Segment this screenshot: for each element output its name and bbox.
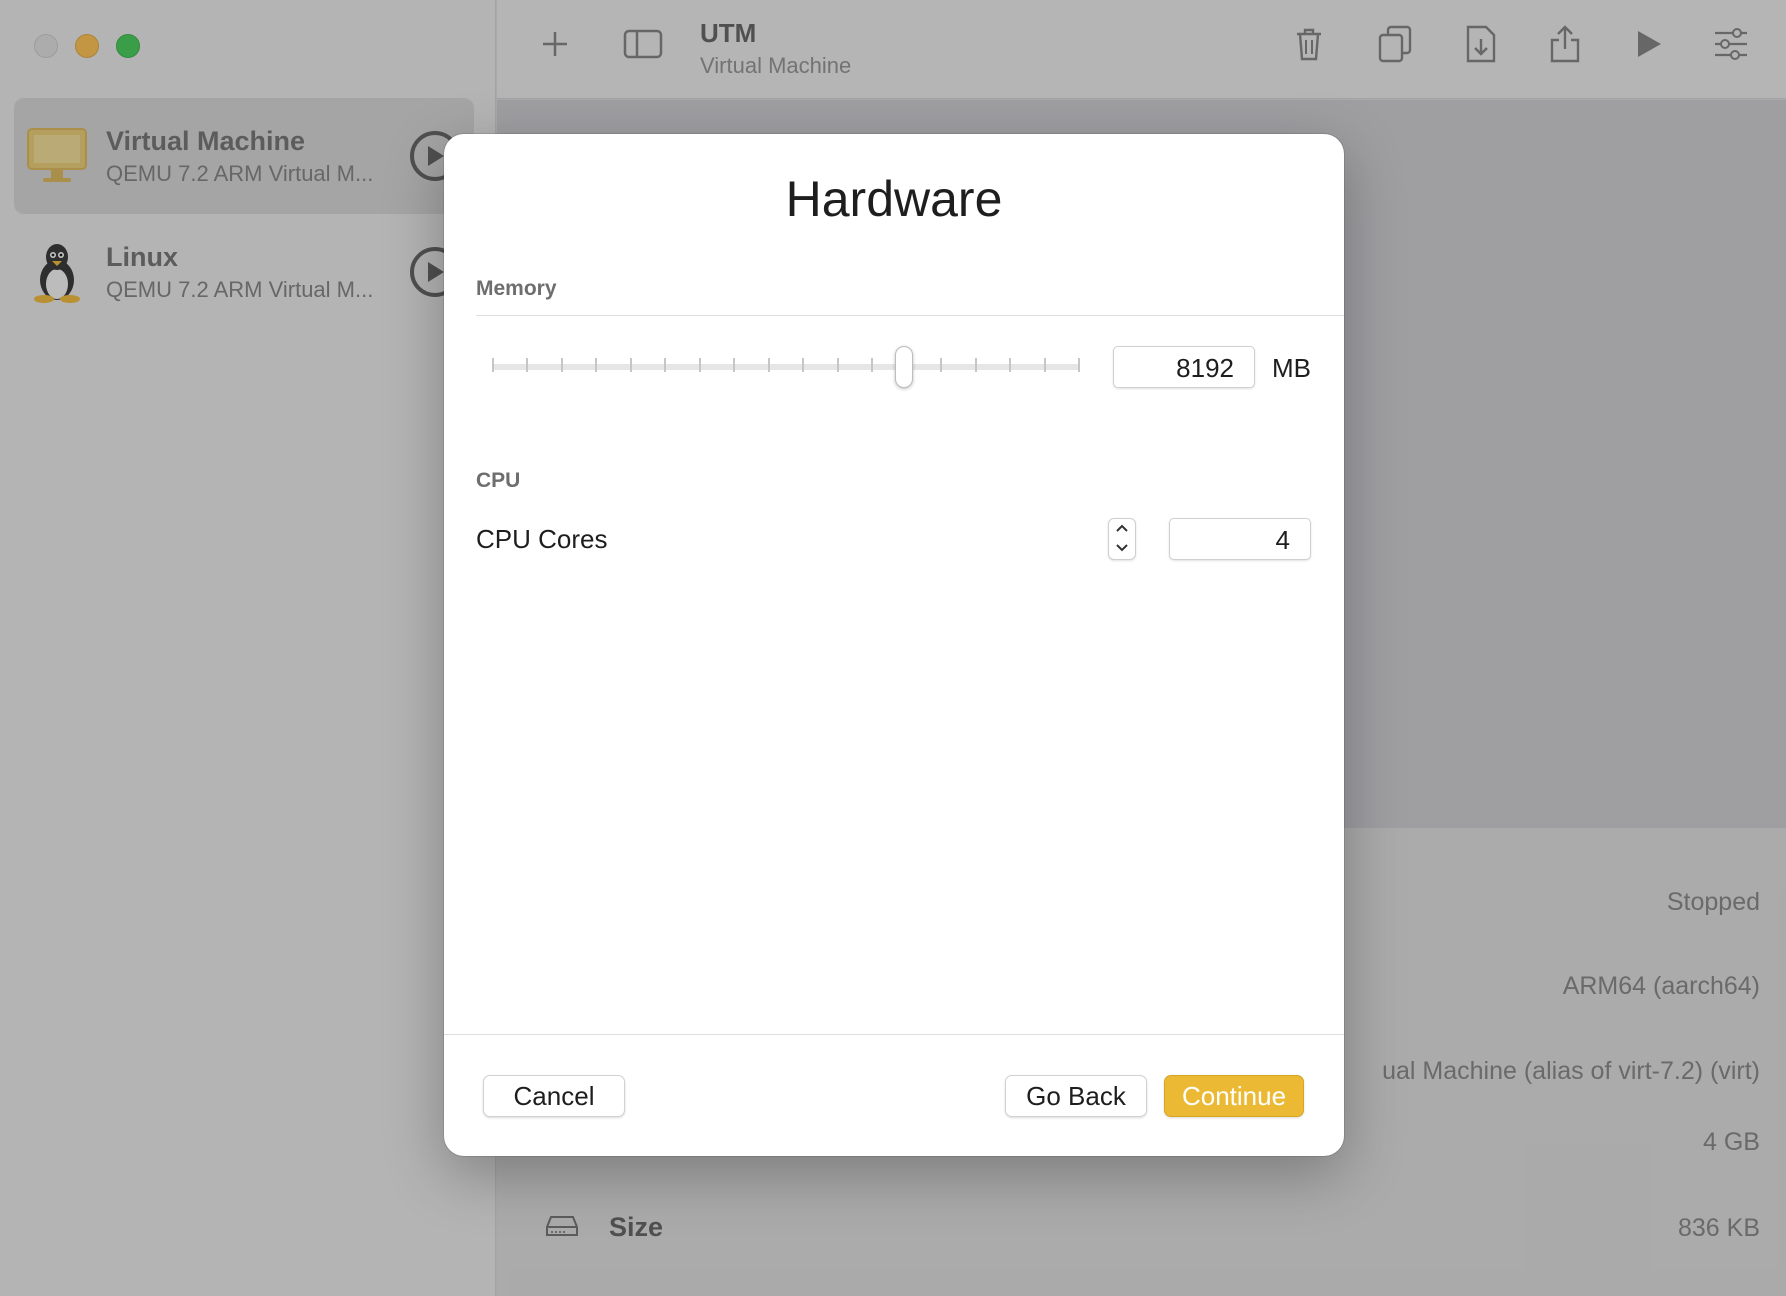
memory-slider-tick [1009, 358, 1011, 372]
memory-slider-tick [802, 358, 804, 372]
continue-button[interactable]: Continue [1164, 1075, 1304, 1117]
memory-slider-tick [975, 358, 977, 372]
memory-slider-tick [733, 358, 735, 372]
memory-divider [476, 315, 1344, 316]
chevron-up-icon[interactable] [1112, 521, 1132, 537]
memory-slider-tick [1044, 358, 1046, 372]
memory-slider-tick [630, 358, 632, 372]
memory-slider-tick [699, 358, 701, 372]
memory-unit: MB [1272, 353, 1311, 383]
chevron-down-icon[interactable] [1112, 541, 1132, 557]
memory-slider-tick [768, 358, 770, 372]
memory-slider-tick [561, 358, 563, 372]
memory-slider-tick [526, 358, 528, 372]
memory-slider-tick [837, 358, 839, 372]
memory-slider-tick [871, 358, 873, 372]
dialog-title: Hardware [785, 171, 1003, 227]
cpu-cores-stepper[interactable] [1108, 518, 1136, 560]
cancel-button[interactable]: Cancel [483, 1075, 625, 1117]
footer-divider [444, 1034, 1344, 1035]
memory-slider-tick [664, 358, 666, 372]
memory-slider-tick [1078, 358, 1080, 372]
memory-slider-tick [595, 358, 597, 372]
memory-slider-tick [492, 358, 494, 372]
memory-slider-knob[interactable] [895, 346, 913, 388]
memory-field[interactable]: 8192 [1113, 346, 1255, 388]
memory-section-label: Memory [476, 277, 557, 300]
memory-slider-tick [940, 358, 942, 372]
memory-slider-track[interactable] [492, 364, 1080, 370]
cpu-cores-label: CPU Cores [476, 524, 608, 554]
go-back-button[interactable]: Go Back [1005, 1075, 1147, 1117]
cpu-cores-field[interactable]: 4 [1169, 518, 1311, 560]
cpu-section-label: CPU [476, 469, 521, 492]
hardware-dialog: Hardware Memory 8192 MB CPU CPU Cores 4 … [444, 134, 1344, 1156]
